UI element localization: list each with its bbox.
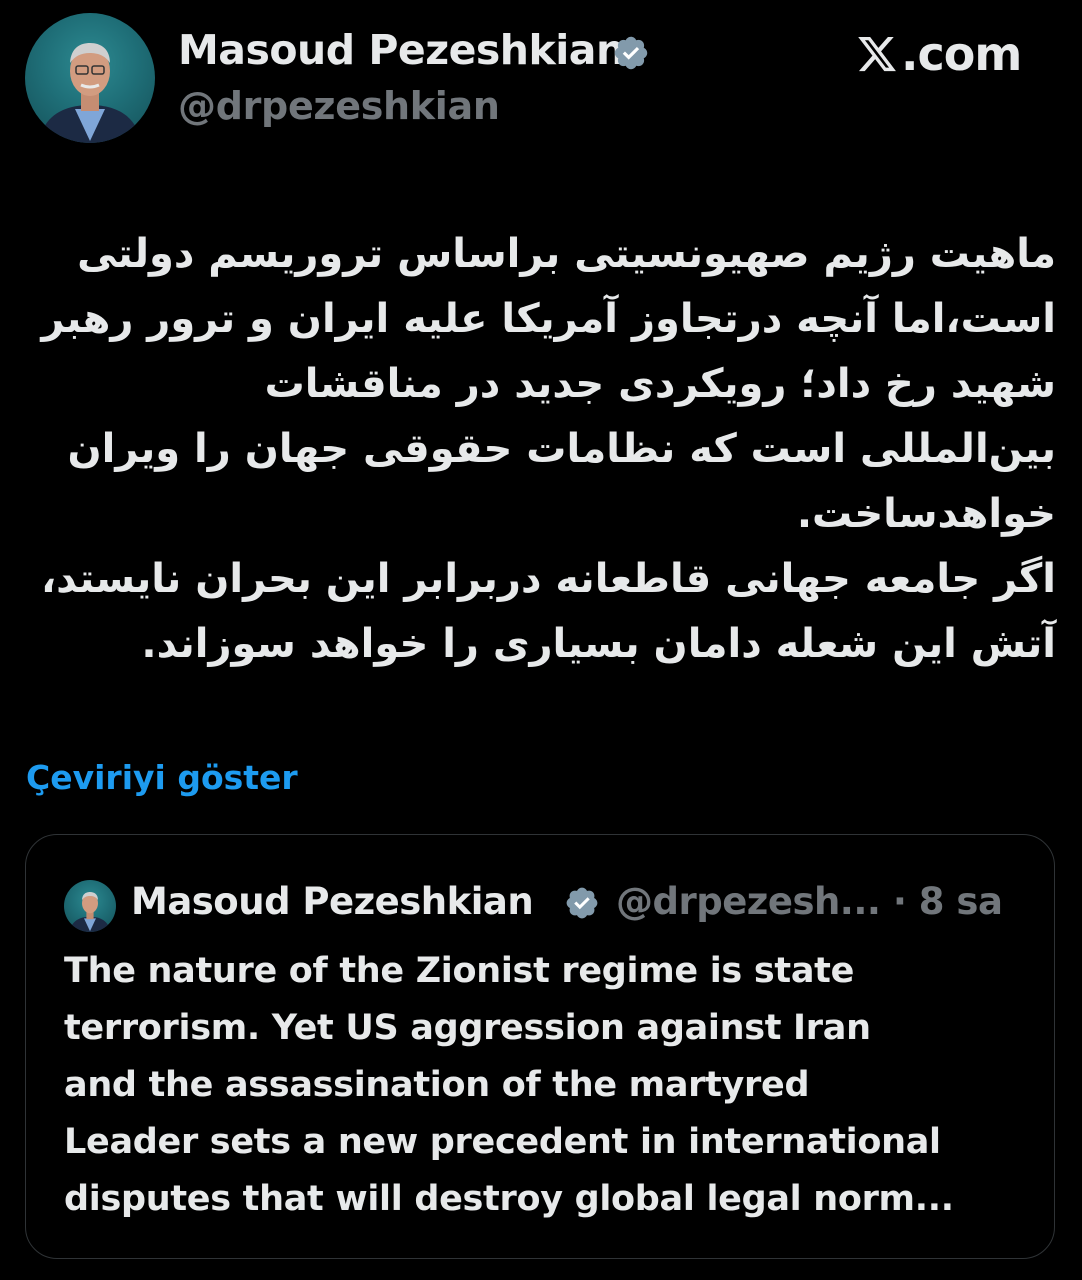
post-text: ماهیت رژیم صهیونسیتی براساس تروریسم دولت… xyxy=(40,231,1056,667)
x-logo-icon xyxy=(858,36,896,72)
quoted-verified-badge-icon xyxy=(566,887,598,919)
site-domain: .com xyxy=(901,27,1022,81)
author-name[interactable]: Masoud Pezeshkian xyxy=(178,26,625,74)
quoted-author-name[interactable]: Masoud Pezeshkian xyxy=(131,880,534,923)
quoted-post[interactable]: Masoud Pezeshkian @drpezesh... · 8 sa Th… xyxy=(25,834,1055,1259)
show-translation-link[interactable]: Çeviriyi göster xyxy=(26,758,298,797)
author-handle[interactable]: @drpezeshkian xyxy=(178,84,500,128)
quoted-post-text: The nature of the Zionist regime is stat… xyxy=(64,951,954,1219)
verified-badge-icon xyxy=(614,36,648,70)
quoted-handle-and-time[interactable]: @drpezesh... · 8 sa xyxy=(616,880,1003,923)
x-com-watermark: .com xyxy=(855,27,1022,81)
author-avatar[interactable] xyxy=(25,13,155,143)
quoted-author-avatar[interactable] xyxy=(64,880,116,932)
